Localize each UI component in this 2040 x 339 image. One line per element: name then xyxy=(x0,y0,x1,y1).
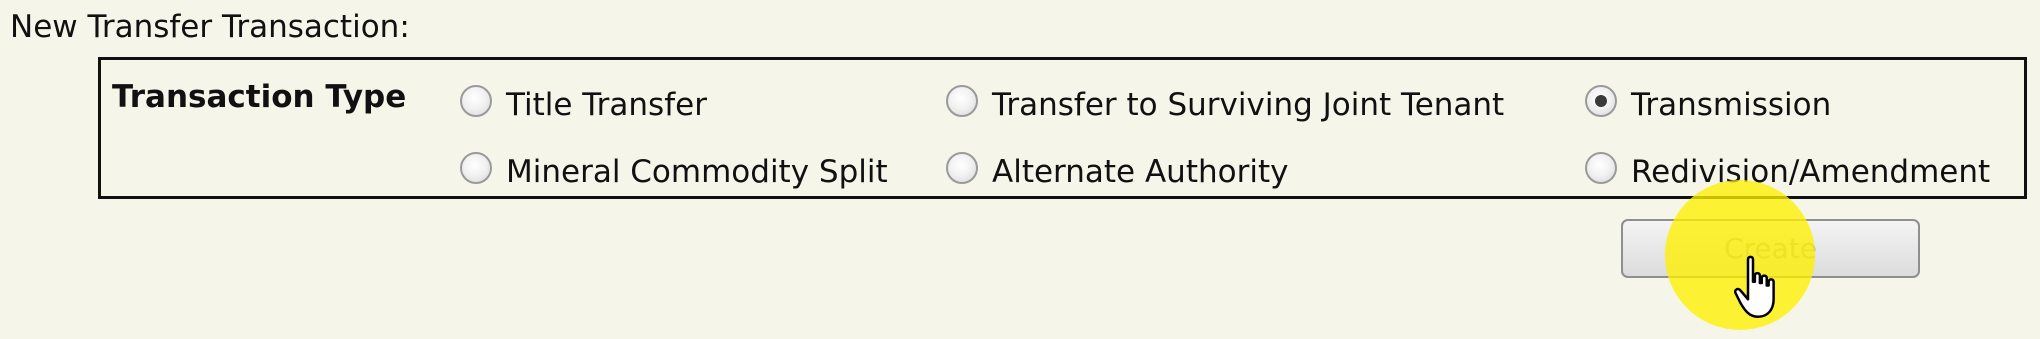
create-button[interactable]: Create xyxy=(1621,219,1920,278)
page-title: New Transfer Transaction: xyxy=(10,9,410,45)
transfer-to-surviving-joint-tenant-label: Transfer to Surviving Joint Tenant xyxy=(992,87,1505,123)
option-mineral-commodity-split[interactable]: Mineral Commodity Split xyxy=(460,152,888,191)
transfer-to-surviving-joint-tenant-radio[interactable] xyxy=(946,85,978,117)
option-title-transfer[interactable]: Title Transfer xyxy=(460,85,707,124)
title-transfer-label: Title Transfer xyxy=(506,87,707,123)
redivision-amendment-radio[interactable] xyxy=(1585,152,1617,184)
transmission-radio[interactable] xyxy=(1585,85,1617,117)
option-transfer-to-surviving-joint-tenant[interactable]: Transfer to Surviving Joint Tenant xyxy=(946,85,1505,124)
option-alternate-authority[interactable]: Alternate Authority xyxy=(946,152,1289,191)
option-transmission[interactable]: Transmission xyxy=(1585,85,1832,124)
redivision-amendment-label: Redivision/Amendment xyxy=(1631,154,1991,190)
mineral-commodity-split-label: Mineral Commodity Split xyxy=(506,154,888,190)
alternate-authority-radio[interactable] xyxy=(946,152,978,184)
transaction-type-label: Transaction Type xyxy=(112,79,407,115)
alternate-authority-label: Alternate Authority xyxy=(992,154,1289,190)
transmission-label: Transmission xyxy=(1631,87,1832,123)
mineral-commodity-split-radio[interactable] xyxy=(460,152,492,184)
title-transfer-radio[interactable] xyxy=(460,85,492,117)
option-redivision-amendment[interactable]: Redivision/Amendment xyxy=(1585,152,1991,191)
